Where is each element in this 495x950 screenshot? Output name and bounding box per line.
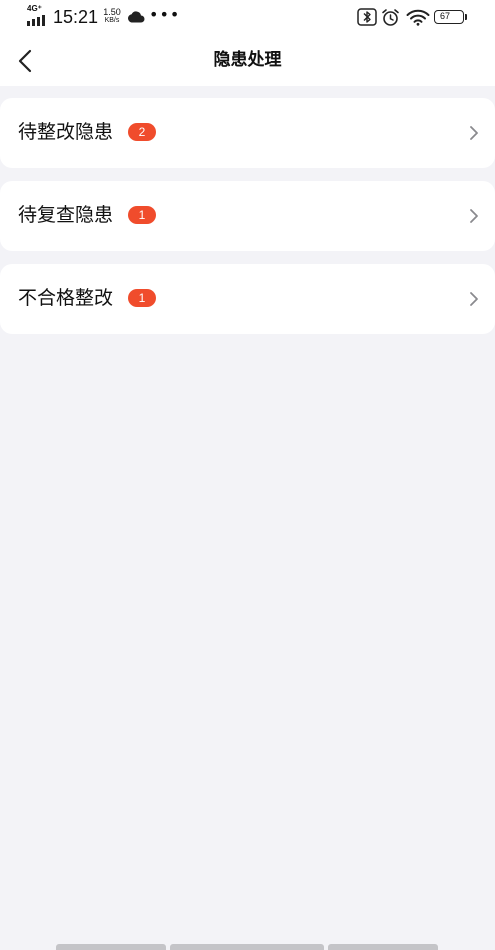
count-badge: 1 <box>128 206 156 224</box>
speed-value: 1.50 <box>103 7 121 17</box>
chevron-right-icon <box>470 126 478 140</box>
count-badge: 1 <box>128 289 156 307</box>
item-label: 待整改隐患 <box>18 121 114 143</box>
list-item-pending-review[interactable]: 待复查隐患 1 <box>0 181 495 251</box>
wifi-icon <box>406 9 430 26</box>
clock: 15:21 <box>53 7 99 27</box>
battery-icon: 67 <box>434 9 468 25</box>
alarm-icon <box>382 9 399 26</box>
status-bar: 4G⁺ 15:21 1.50 KB/s ••• 67 <box>0 0 495 36</box>
nav-gesture-bar-right[interactable] <box>328 944 438 950</box>
bluetooth-icon <box>357 8 377 26</box>
list-item-unqualified-rectification[interactable]: 不合格整改 1 <box>0 264 495 334</box>
nav-gesture-bar-left[interactable] <box>56 944 166 950</box>
nav-bar: 隐患处理 <box>0 36 495 86</box>
chevron-right-icon <box>470 292 478 306</box>
chevron-right-icon <box>470 209 478 223</box>
speed-unit: KB/s <box>104 17 120 24</box>
network-speed: 1.50 KB/s <box>100 8 124 25</box>
nav-gesture-bar-center[interactable] <box>170 944 324 950</box>
list-item-pending-rectification[interactable]: 待整改隐患 2 <box>0 98 495 168</box>
signal-icon <box>27 15 45 26</box>
item-label: 不合格整改 <box>18 287 114 309</box>
item-label: 待复查隐患 <box>18 204 114 226</box>
cloud-icon <box>127 11 145 23</box>
page-title: 隐患处理 <box>213 50 282 70</box>
battery-level: 67 <box>439 11 450 21</box>
count-badge: 2 <box>128 123 156 141</box>
more-notifications: ••• <box>149 5 181 24</box>
